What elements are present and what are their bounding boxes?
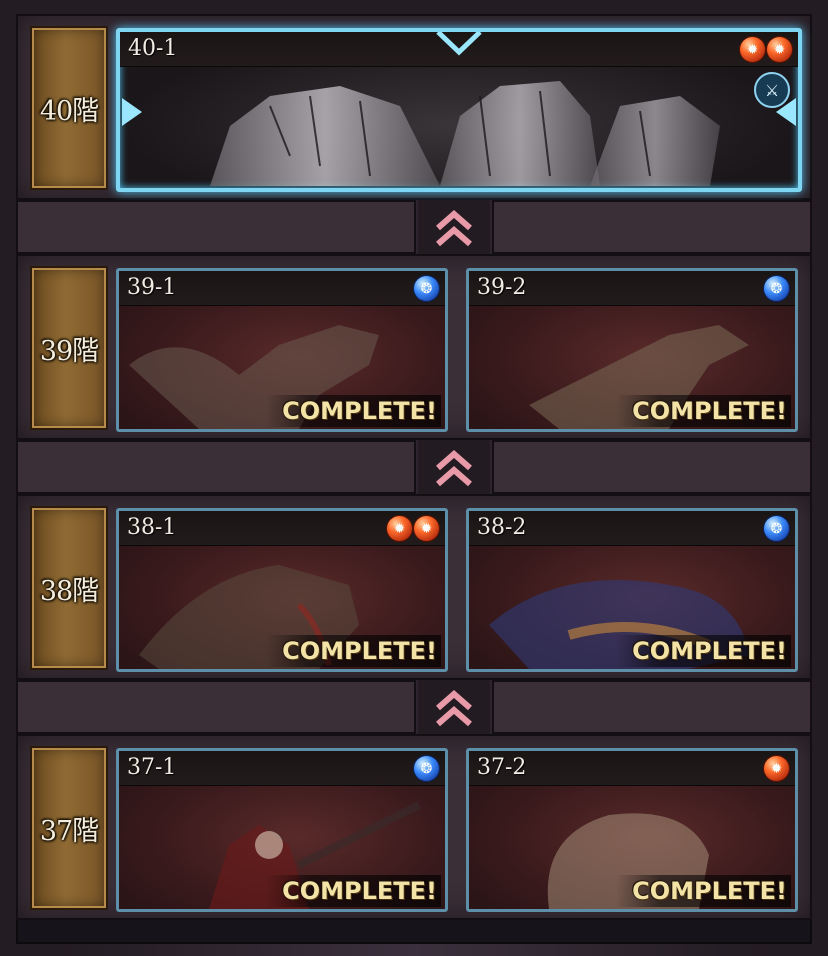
stage-header: 39-2 ❂ xyxy=(469,271,795,306)
connector-mid xyxy=(418,680,490,734)
connector-right xyxy=(492,680,812,734)
stage-header: 37-2 ✹ xyxy=(469,751,795,786)
floor-label-40: 40階 xyxy=(30,26,108,190)
floor-label-38: 38階 xyxy=(30,506,108,670)
ten-icon[interactable]: ⚔ xyxy=(754,72,790,108)
tower-floor-map: 40階 40-1 ✹ ✹ ⚔ 39階 39-1 ❂ COMPLETE! 39-2… xyxy=(0,0,828,956)
chevron-down-icon xyxy=(436,32,482,56)
element-orbs: ✹ xyxy=(764,756,789,781)
floor-label-39: 39階 xyxy=(30,266,108,430)
stage-card-39-1[interactable]: 39-1 ❂ COMPLETE! xyxy=(116,268,448,432)
stage-id: 38-2 xyxy=(477,515,527,540)
connector-left xyxy=(16,680,416,734)
complete-label: COMPLETE! xyxy=(616,635,791,667)
water-element-icon: ❂ xyxy=(414,756,439,781)
stage-id: 38-1 xyxy=(127,515,177,540)
stage-card-37-2[interactable]: 37-2 ✹ COMPLETE! xyxy=(466,748,798,912)
fire-element-icon: ✹ xyxy=(740,37,765,62)
fire-element-icon: ✹ xyxy=(414,516,439,541)
arrow-left-icon[interactable] xyxy=(122,98,142,126)
floor-connector xyxy=(16,680,812,734)
floor-connector xyxy=(16,440,812,494)
stage-id: 37-2 xyxy=(477,755,527,780)
stage-id: 39-1 xyxy=(127,275,177,300)
floor-label-text: 38階 xyxy=(39,575,99,607)
stage-header: 37-1 ❂ xyxy=(119,751,445,786)
boss-art xyxy=(120,66,798,188)
floor-label-text: 37階 xyxy=(39,815,99,847)
complete-label: COMPLETE! xyxy=(616,875,791,907)
floor-row-37: 37階 37-1 ❂ COMPLETE! 37-2 ✹ COMPLETE! xyxy=(16,734,812,920)
floor-row-38: 38階 38-1 ✹ ✹ COMPLETE! 38-2 ❂ COMPLETE! xyxy=(16,494,812,680)
floor-label-37: 37階 xyxy=(30,746,108,910)
stage-card-39-2[interactable]: 39-2 ❂ COMPLETE! xyxy=(466,268,798,432)
floor-row-40: 40階 40-1 ✹ ✹ ⚔ xyxy=(16,14,812,200)
complete-label: COMPLETE! xyxy=(266,635,441,667)
complete-label: COMPLETE! xyxy=(616,395,791,427)
floor-row-39: 39階 39-1 ❂ COMPLETE! 39-2 ❂ COMPLETE! xyxy=(16,254,812,440)
stage-card-38-1[interactable]: 38-1 ✹ ✹ COMPLETE! xyxy=(116,508,448,672)
connector-right xyxy=(492,200,812,254)
element-orbs: ❂ xyxy=(414,756,439,781)
stage-card-40-1[interactable]: 40-1 ✹ ✹ ⚔ xyxy=(116,28,802,192)
water-element-icon: ❂ xyxy=(414,276,439,301)
floor-label-text: 39階 xyxy=(39,335,99,367)
stage-header: 39-1 ❂ xyxy=(119,271,445,306)
floor-label-text: 40階 xyxy=(39,95,99,127)
stage-id: 40-1 xyxy=(128,36,178,61)
stage-id: 37-1 xyxy=(127,755,177,780)
element-orbs: ❂ xyxy=(414,276,439,301)
double-chevron-up-icon xyxy=(436,210,472,247)
connector-mid xyxy=(418,200,490,254)
complete-label: COMPLETE! xyxy=(266,395,441,427)
fire-element-icon: ✹ xyxy=(387,516,412,541)
stage-card-38-2[interactable]: 38-2 ❂ COMPLETE! xyxy=(466,508,798,672)
connector-left xyxy=(16,200,416,254)
element-orbs: ❂ xyxy=(764,276,789,301)
stage-id: 39-2 xyxy=(477,275,527,300)
complete-label: COMPLETE! xyxy=(266,875,441,907)
element-orbs: ✹ ✹ xyxy=(740,37,792,62)
stage-card-37-1[interactable]: 37-1 ❂ COMPLETE! xyxy=(116,748,448,912)
element-orbs: ✹ ✹ xyxy=(387,516,439,541)
fire-element-icon: ✹ xyxy=(767,37,792,62)
stage-header: 38-1 ✹ ✹ xyxy=(119,511,445,546)
connector-right xyxy=(492,440,812,494)
element-orbs: ❂ xyxy=(764,516,789,541)
water-element-icon: ❂ xyxy=(764,276,789,301)
water-element-icon: ❂ xyxy=(764,516,789,541)
stage-header: 38-2 ❂ xyxy=(469,511,795,546)
double-chevron-up-icon xyxy=(436,690,472,727)
connector-left xyxy=(16,440,416,494)
connector-mid xyxy=(418,440,490,494)
floor-connector xyxy=(16,200,812,254)
double-chevron-up-icon xyxy=(436,450,472,487)
fire-element-icon: ✹ xyxy=(764,756,789,781)
